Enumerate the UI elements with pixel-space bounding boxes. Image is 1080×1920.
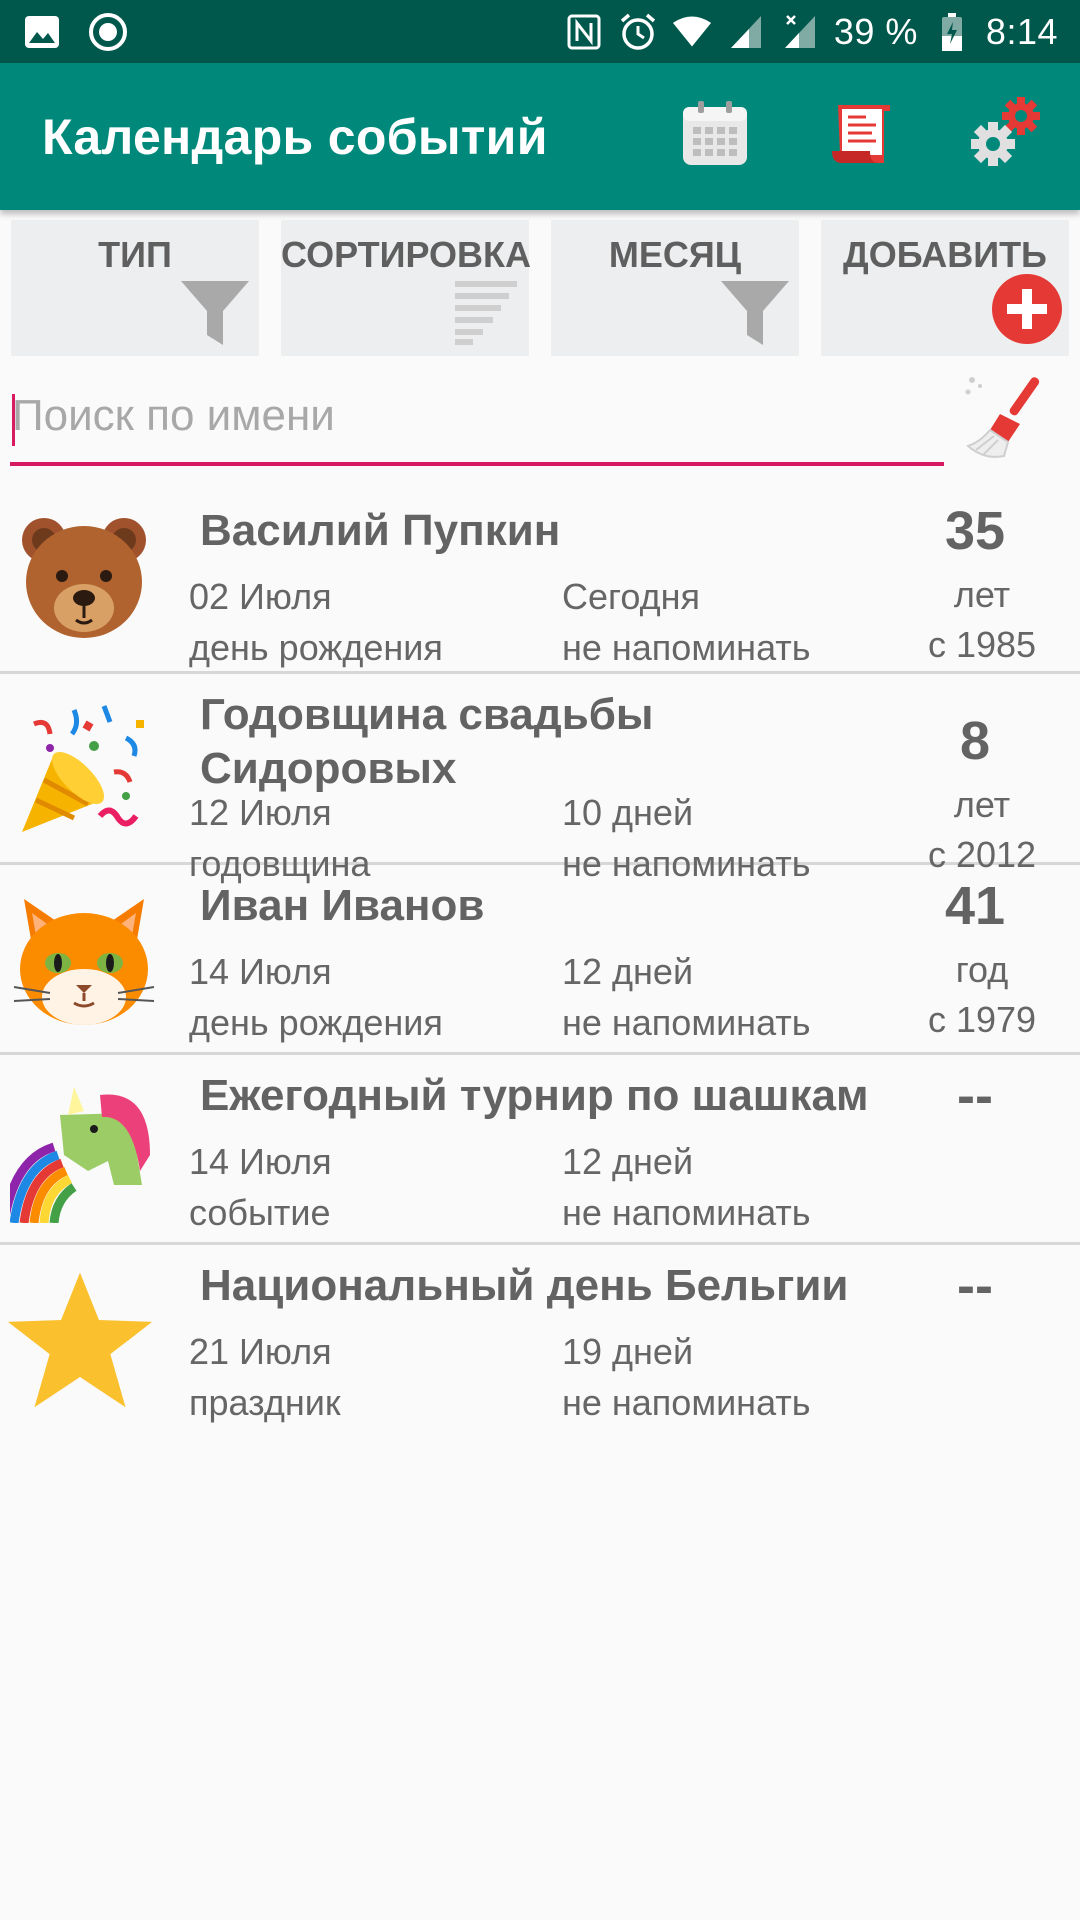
event-reminder: не напоминать xyxy=(562,1192,811,1233)
event-row[interactable]: Василий Пупкин 02 Июля Сегодня день рожд… xyxy=(0,490,1080,674)
event-type: день рождения xyxy=(189,1002,443,1043)
event-row[interactable]: Ежегодный турнир по шашкам 14 Июля 12 дн… xyxy=(0,1055,1080,1245)
event-row[interactable]: Годовщина свадьбы Сидоровых 12 Июля 10 д… xyxy=(0,674,1080,884)
image-icon xyxy=(22,12,62,52)
cat-face-icon xyxy=(10,887,158,1035)
event-age-unit: год xyxy=(955,949,1009,990)
filter-bar: ТИП СОРТИРОВКА МЕСЯЦ ДОБАВИТЬ xyxy=(11,220,1069,356)
event-when: 19 дней xyxy=(562,1331,694,1372)
event-date: 14 Июля xyxy=(189,951,332,992)
add-event-button[interactable]: ДОБАВИТЬ xyxy=(821,220,1069,356)
settings-button[interactable] xyxy=(964,94,1050,180)
calendar-icon xyxy=(680,99,750,174)
signal-icon xyxy=(726,12,766,52)
event-name: Иван Иванов xyxy=(200,881,485,930)
party-popper-icon xyxy=(10,696,158,844)
scroll-list-icon xyxy=(826,99,896,174)
sort-label: СОРТИРОВКА xyxy=(281,234,532,275)
month-filter-label: МЕСЯЦ xyxy=(608,234,742,275)
unicorn-rainbow-icon xyxy=(10,1075,158,1223)
event-name: Ежегодный турнир по шашкам xyxy=(200,1071,869,1120)
status-bar: 39 % 8:14 xyxy=(0,0,1080,63)
event-type: событие xyxy=(189,1192,331,1233)
search-input[interactable] xyxy=(10,370,944,466)
bear-face-icon xyxy=(10,506,158,654)
text-cursor xyxy=(12,394,15,446)
filter-icon xyxy=(179,277,251,352)
event-when: 12 дней xyxy=(562,1141,694,1182)
battery-charging-icon xyxy=(932,12,972,52)
event-date: 02 Июля xyxy=(189,576,332,617)
event-row[interactable]: Национальный день Бельгии 21 Июля 19 дне… xyxy=(0,1245,1080,1435)
type-filter-label: ТИП xyxy=(98,234,172,275)
event-when: Сегодня xyxy=(562,576,700,617)
event-since: с 1979 xyxy=(927,999,1037,1040)
add-circle-icon xyxy=(991,273,1063,350)
filter-icon xyxy=(719,277,791,352)
app-bar: Календарь событий xyxy=(0,63,1080,210)
clear-search-button[interactable] xyxy=(960,372,1060,462)
add-event-label: ДОБАВИТЬ xyxy=(843,234,1047,275)
event-since: с 1985 xyxy=(927,624,1037,665)
nfc-icon xyxy=(564,12,604,52)
alarm-icon xyxy=(618,12,658,52)
sort-button[interactable]: СОРТИРОВКА xyxy=(281,220,532,356)
event-when: 10 дней xyxy=(562,792,694,833)
sort-lines-icon xyxy=(451,277,521,352)
event-type: день рождения xyxy=(189,627,443,668)
event-reminder: не напоминать xyxy=(562,627,811,668)
clock-time: 8:14 xyxy=(985,10,1058,52)
event-type: праздник xyxy=(189,1382,341,1423)
type-filter-button[interactable]: ТИП xyxy=(11,220,259,356)
search-container xyxy=(10,370,944,466)
broom-icon xyxy=(960,377,1060,466)
event-row[interactable]: Иван Иванов 14 Июля 12 дней день рождени… xyxy=(0,865,1080,1055)
month-filter-button[interactable]: МЕСЯЦ xyxy=(551,220,799,356)
event-age: -- xyxy=(957,1066,993,1126)
event-age: 8 xyxy=(959,711,991,771)
event-age-unit: лет xyxy=(953,574,1011,615)
event-reminder: не напоминать xyxy=(562,1002,811,1043)
settings-gears-icon xyxy=(967,96,1047,177)
star-icon xyxy=(6,1265,154,1413)
event-date: 14 Июля xyxy=(189,1141,332,1182)
event-reminder: не напоминать xyxy=(562,1382,811,1423)
battery-percent: 39 % xyxy=(833,10,918,52)
event-name: Национальный день Бельгии xyxy=(200,1261,849,1310)
record-icon xyxy=(88,12,128,52)
app-title: Календарь событий xyxy=(42,108,548,165)
events-list: Василий Пупкин 02 Июля Сегодня день рожд… xyxy=(0,490,1080,1435)
event-age: 35 xyxy=(944,501,1006,561)
event-name: Василий Пупкин xyxy=(200,506,561,555)
event-date: 12 Июля xyxy=(189,792,332,833)
event-age: 41 xyxy=(944,876,1006,936)
wifi-icon xyxy=(672,12,712,52)
event-when: 12 дней xyxy=(562,951,694,992)
event-date: 21 Июля xyxy=(189,1331,332,1372)
signal-x-icon xyxy=(780,12,820,52)
event-name: Годовщина свадьбы Сидоровых xyxy=(200,690,654,793)
events-list-button[interactable] xyxy=(818,94,904,180)
calendar-button[interactable] xyxy=(672,94,758,180)
event-age-unit: лет xyxy=(953,784,1011,825)
event-age: -- xyxy=(957,1256,993,1316)
